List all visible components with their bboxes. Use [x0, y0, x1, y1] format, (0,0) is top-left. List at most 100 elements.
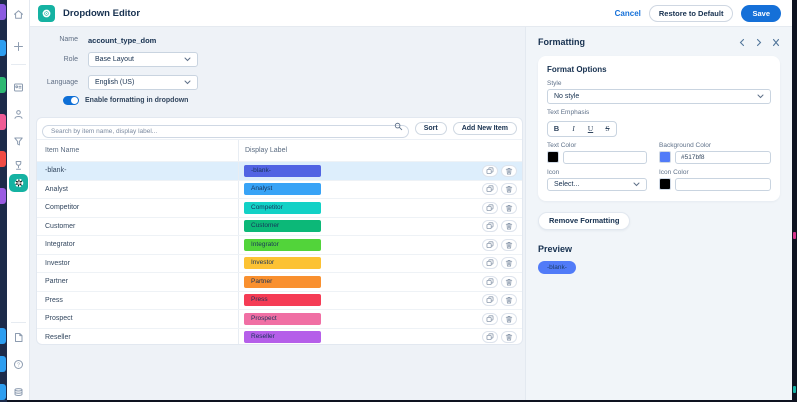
app-header: Dropdown Editor Cancel Restore to Defaul… [30, 0, 797, 27]
copy-item-button[interactable] [482, 202, 498, 214]
module-chip[interactable] [0, 356, 6, 372]
restore-default-button[interactable]: Restore to Default [649, 5, 734, 22]
delete-item-button[interactable] [501, 257, 517, 269]
row-actions [482, 294, 517, 306]
role-label: Role [32, 56, 78, 63]
bold-button[interactable]: B [548, 122, 565, 136]
icon-color-input[interactable] [675, 178, 771, 191]
trash-icon [505, 315, 513, 323]
table-row[interactable]: Prospect Prospect [37, 309, 522, 328]
italic-button[interactable]: I [565, 122, 582, 136]
copy-item-button[interactable] [482, 257, 498, 269]
role-select-value: Base Layout [95, 56, 134, 63]
delete-item-button[interactable] [501, 331, 517, 343]
module-chip[interactable] [0, 328, 6, 344]
prev-icon[interactable] [738, 38, 746, 47]
trash-icon [505, 278, 513, 286]
copy-item-button[interactable] [482, 239, 498, 251]
copy-icon [486, 222, 494, 230]
preview-pill: -blank- [538, 261, 576, 274]
enable-formatting-toggle[interactable] [63, 96, 79, 105]
strikethrough-button[interactable]: S [599, 122, 616, 136]
underline-button[interactable]: U [582, 122, 599, 136]
table-row[interactable]: -blank- -blank- [37, 161, 522, 180]
text-color-swatch[interactable] [547, 151, 559, 163]
module-chip[interactable] [0, 40, 6, 56]
copy-item-button[interactable] [482, 165, 498, 177]
trophy-icon[interactable] [7, 158, 30, 172]
remove-formatting-button[interactable]: Remove Formatting [538, 212, 630, 230]
formatting-panel: Formatting Format Options Style No style… [525, 27, 792, 400]
module-chip[interactable] [0, 151, 6, 167]
delete-item-button[interactable] [501, 239, 517, 251]
copy-item-button[interactable] [482, 276, 498, 288]
copy-item-button[interactable] [482, 331, 498, 343]
gear-icon [38, 5, 55, 22]
copy-item-button[interactable] [482, 313, 498, 325]
table-row[interactable]: Reseller Reseller [37, 328, 522, 346]
table-row[interactable]: Press Press [37, 291, 522, 310]
formatting-panel-header: Formatting [538, 37, 780, 47]
table-row[interactable]: Integrator Integrator [37, 235, 522, 254]
trash-icon [505, 333, 513, 341]
sort-button[interactable]: Sort [415, 122, 447, 135]
table-row[interactable]: Analyst Analyst [37, 180, 522, 199]
delete-item-button[interactable] [501, 165, 517, 177]
display-label-pill: Partner [244, 276, 321, 288]
plus-icon[interactable] [7, 39, 30, 53]
copy-item-button[interactable] [482, 220, 498, 232]
trash-icon [505, 204, 513, 212]
delete-item-button[interactable] [501, 276, 517, 288]
module-chip[interactable] [0, 77, 6, 93]
display-label-pill: Integrator [244, 239, 321, 251]
filter-icon[interactable] [7, 134, 30, 148]
dropdown-items-card: Sort Add New Item Item Name Display Labe… [36, 117, 523, 345]
display-label-cell: Reseller [239, 329, 522, 346]
icon-select[interactable]: Select... [547, 178, 647, 191]
add-new-item-button[interactable]: Add New Item [453, 122, 517, 135]
style-label: Style [547, 80, 771, 87]
search-wrap [42, 120, 409, 138]
table-row[interactable]: Investor Investor [37, 254, 522, 273]
delete-item-button[interactable] [501, 202, 517, 214]
table-row[interactable]: Competitor Competitor [37, 198, 522, 217]
style-select[interactable]: No style [547, 89, 771, 104]
table-row[interactable]: Customer Customer [37, 217, 522, 236]
icon-color-swatch[interactable] [659, 178, 671, 190]
background-color-swatch[interactable] [659, 151, 671, 163]
module-chip[interactable] [0, 188, 6, 204]
delete-item-button[interactable] [501, 294, 517, 306]
delete-item-button[interactable] [501, 220, 517, 232]
user-icon[interactable] [7, 107, 30, 121]
role-select[interactable]: Base Layout [88, 52, 198, 67]
stack-icon[interactable] [7, 385, 30, 399]
dropdown-editor-window: ? Dropdown Editor Cancel Restore to Defa… [0, 0, 797, 402]
delete-item-button[interactable] [501, 313, 517, 325]
next-icon[interactable] [755, 38, 763, 47]
module-chip[interactable] [0, 4, 6, 20]
module-chip[interactable] [0, 384, 6, 400]
document-icon[interactable] [7, 330, 30, 344]
column-display-label: Display Label [239, 147, 522, 154]
close-icon[interactable] [772, 38, 780, 47]
help-icon[interactable]: ? [7, 357, 30, 371]
copy-item-button[interactable] [482, 183, 498, 195]
table-row[interactable]: Partner Partner [37, 272, 522, 291]
copy-item-button[interactable] [482, 294, 498, 306]
home-icon[interactable] [7, 7, 30, 21]
row-actions [482, 202, 517, 214]
display-label-cell: Competitor [239, 199, 522, 217]
display-label-cell: Analyst [239, 181, 522, 199]
module-chip[interactable] [0, 114, 6, 130]
delete-item-button[interactable] [501, 183, 517, 195]
text-color-input[interactable] [563, 151, 647, 164]
background-color-input[interactable]: #517bf8 [675, 151, 771, 164]
save-button[interactable]: Save [741, 5, 781, 22]
gear-icon-active[interactable] [9, 174, 28, 192]
cancel-button[interactable]: Cancel [615, 9, 641, 18]
table-body: -blank- -blank- Analyst Analyst [37, 161, 522, 345]
language-select[interactable]: English (US) [88, 75, 198, 90]
card-icon[interactable] [7, 80, 30, 94]
search-input[interactable] [42, 125, 409, 138]
row-actions [482, 165, 517, 177]
